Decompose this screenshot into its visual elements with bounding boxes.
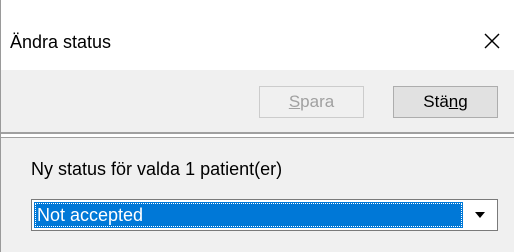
close-label-start: Stä	[423, 92, 449, 111]
close-window-button[interactable]	[469, 18, 514, 64]
separator	[1, 132, 514, 134]
dropdown-button[interactable]	[465, 202, 495, 228]
status-select[interactable]: Not accepted	[31, 199, 498, 231]
save-label: para	[300, 92, 335, 111]
save-button[interactable]: Spara	[259, 86, 364, 118]
save-mnemonic: S	[288, 92, 301, 111]
chevron-down-icon	[475, 212, 485, 218]
content-panel: Ny status för valda 1 patient(er) Not ac…	[1, 138, 514, 252]
dialog-title: Ändra status	[10, 32, 112, 52]
change-status-dialog: Ändra status Spara Stäng Ny status för v…	[0, 0, 514, 252]
close-label-end: g	[458, 92, 468, 111]
toolbar: Spara Stäng	[1, 70, 514, 132]
status-select-value: Not accepted	[34, 202, 463, 228]
title-bar: Ändra status	[1, 0, 514, 70]
close-icon	[484, 33, 500, 49]
close-button[interactable]: Stäng	[393, 86, 498, 118]
status-label: Ny status för valda 1 patient(er)	[31, 159, 283, 179]
close-mnemonic: n	[448, 92, 459, 111]
